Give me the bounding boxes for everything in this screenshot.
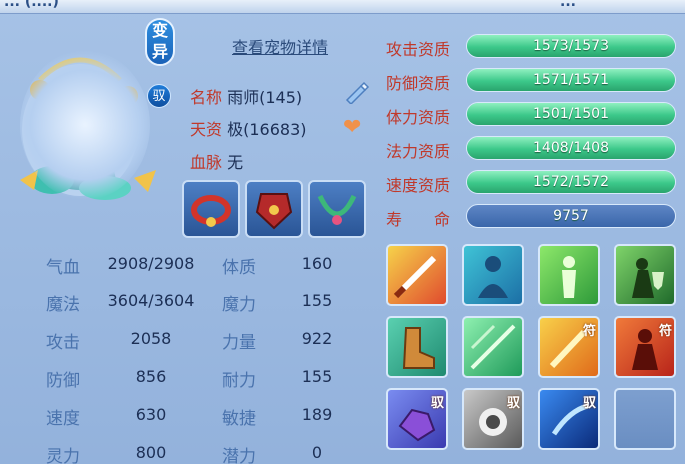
quality-value-attack: 1573/1573 <box>533 38 609 54</box>
skill-slot-6[interactable] <box>462 316 524 378</box>
skill-slot-7[interactable]: 符 <box>538 316 600 378</box>
mutation-badge: 变 异 <box>145 18 175 66</box>
attr-label-spirit: 灵力 <box>46 447 80 464</box>
skill-slot-8[interactable]: 符 <box>614 316 676 378</box>
quality-label-stamina: 体力资质 <box>386 108 451 127</box>
talisman-tag: 符 <box>658 324 672 339</box>
attr-value-endurance: 155 <box>301 367 333 386</box>
aptitude-label: 天资 <box>190 120 223 139</box>
skill-slot-5[interactable] <box>386 316 448 378</box>
title-left: ... (....) <box>4 0 59 10</box>
badge-bottom-char: 异 <box>151 42 168 61</box>
armor-icon <box>255 193 293 230</box>
view-pet-details-link[interactable]: 查看宠物详情 <box>232 34 328 58</box>
edit-name-icon[interactable] <box>343 80 371 104</box>
yu-icon[interactable]: 驭 <box>147 84 171 108</box>
attr-value-defense: 856 <box>135 367 167 386</box>
skill-slot-9[interactable]: 驭 <box>386 388 448 450</box>
collar-icon <box>191 195 231 227</box>
control-tag: 驭 <box>506 396 520 411</box>
quality-label-defense: 防御资质 <box>386 74 451 93</box>
attr-label-strength: 力量 <box>222 333 256 353</box>
attr-label-hp: 气血 <box>46 258 80 278</box>
equip-slot-necklace[interactable] <box>308 180 366 238</box>
attr-value-constitution: 160 <box>301 254 333 273</box>
attr-value-speed: 630 <box>135 405 167 424</box>
control-tag: 驭 <box>582 396 596 411</box>
quality-bar-speed: 1572/1572 <box>466 170 676 194</box>
warrior-shield-icon <box>632 258 664 298</box>
life-value: 9757 <box>553 208 589 224</box>
blood-value: 无 <box>227 153 244 172</box>
attr-label-agility: 敏捷 <box>222 409 256 429</box>
life-label: 寿 命 <box>386 210 451 229</box>
title-bar: ... (....) ... <box>0 0 685 14</box>
glowing-figure-icon <box>562 256 576 298</box>
quality-bar-defense: 1571/1571 <box>466 68 676 92</box>
attr-label-speed: 速度 <box>46 409 80 429</box>
attr-label-mp: 魔法 <box>46 295 80 315</box>
name-row: 名称 雨师(145) <box>190 84 302 108</box>
life-bar: 9757 <box>466 204 676 228</box>
skill-slot-10[interactable]: 驭 <box>462 388 524 450</box>
boot-icon <box>402 327 435 369</box>
quality-value-mana: 1408/1408 <box>533 140 609 156</box>
skill-slot-2[interactable] <box>462 244 524 306</box>
necklace-icon <box>317 194 357 225</box>
control-tag: 驭 <box>430 396 444 411</box>
aptitude-value: 极(16683) <box>227 120 307 139</box>
quality-label-attack: 攻击资质 <box>386 40 451 59</box>
attr-value-magic: 155 <box>301 291 333 310</box>
attr-value-hp: 2908/2908 <box>107 254 195 273</box>
badge-top-char: 变 <box>151 21 168 40</box>
sword-slash-icon <box>393 255 437 299</box>
attr-label-defense: 防御 <box>46 371 80 391</box>
attr-value-attack: 2058 <box>130 329 172 348</box>
name-label: 名称 <box>190 88 223 107</box>
quality-label-mana: 法力资质 <box>386 142 451 161</box>
equip-slot-armor[interactable] <box>245 180 303 238</box>
skill-slot-4[interactable] <box>614 244 676 306</box>
blood-row: 血脉 无 <box>190 149 243 173</box>
quality-value-defense: 1571/1571 <box>533 72 609 88</box>
skill-slot-3[interactable] <box>538 244 600 306</box>
attr-value-mp: 3604/3604 <box>107 291 195 310</box>
attr-label-potential: 潜力 <box>222 447 256 464</box>
shadow-figure-icon <box>478 256 508 298</box>
quality-value-speed: 1572/1572 <box>533 174 609 190</box>
name-value: 雨师(145) <box>227 88 303 107</box>
blood-label: 血脉 <box>190 153 223 172</box>
equip-slot-collar[interactable] <box>182 180 240 238</box>
attr-label-magic: 魔力 <box>222 295 256 315</box>
attr-value-strength: 922 <box>301 329 333 348</box>
green-wind-icon <box>470 324 516 370</box>
skill-slot-1[interactable] <box>386 244 448 306</box>
skill-slot-empty[interactable] <box>614 388 676 450</box>
attr-value-spirit: 800 <box>135 443 167 462</box>
attr-value-agility: 189 <box>301 405 333 424</box>
talisman-tag: 符 <box>582 324 596 339</box>
title-right: ... <box>560 0 576 10</box>
attr-label-constitution: 体质 <box>222 258 256 278</box>
quality-bar-attack: 1573/1573 <box>466 34 676 58</box>
quality-value-stamina: 1501/1501 <box>533 106 609 122</box>
skill-slot-11[interactable]: 驭 <box>538 388 600 450</box>
attr-label-attack: 攻击 <box>46 333 80 353</box>
quality-bar-mana: 1408/1408 <box>466 136 676 160</box>
portrait-glow <box>20 50 150 200</box>
attr-value-potential: 0 <box>311 443 323 462</box>
heart-icon[interactable]: ❤ <box>343 115 361 140</box>
quality-label-speed: 速度资质 <box>386 176 451 195</box>
attr-label-endurance: 耐力 <box>222 371 256 391</box>
aptitude-row: 天资 极(16683) <box>190 116 307 140</box>
quality-bar-stamina: 1501/1501 <box>466 102 676 126</box>
